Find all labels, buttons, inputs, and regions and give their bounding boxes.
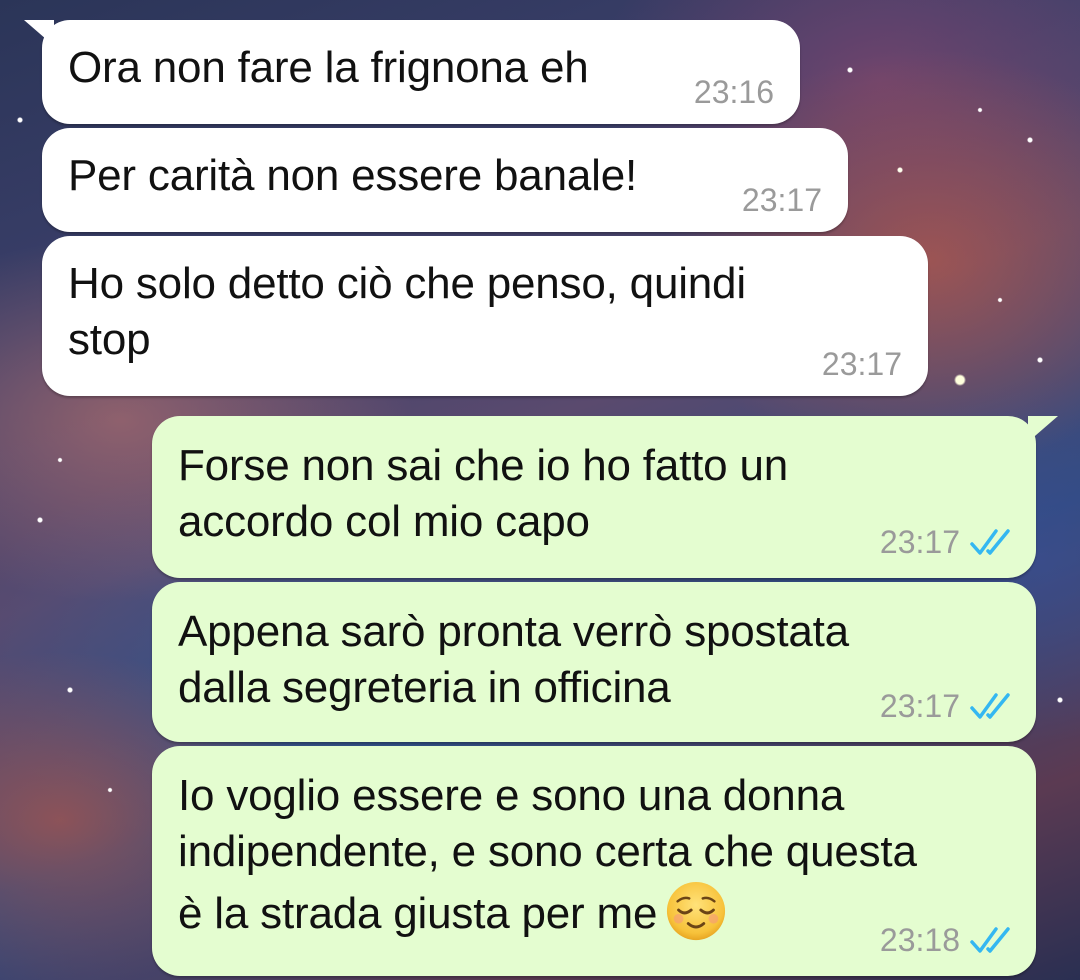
message-line: Appena sarò pronta verrò spostata: [178, 607, 849, 656]
incoming-message[interactable]: Ho solo detto ciò che penso, quindi stop…: [42, 236, 928, 396]
double-check-read-icon: [970, 927, 1010, 953]
message-line: stop: [68, 315, 151, 364]
message-meta: 23:16: [694, 74, 774, 110]
message-time: 23:18: [879, 922, 960, 958]
message-meta: 23:18: [880, 922, 1014, 958]
message-line: indipendente, e sono certa che questa: [178, 827, 917, 876]
message-line: Ora non fare la frignona eh: [68, 43, 589, 92]
incoming-message[interactable]: Ora non fare la frignona eh 23:16: [24, 20, 800, 124]
double-check-read-icon: [970, 693, 1010, 719]
message-text: Appena sarò pronta verrò spostata dalla …: [178, 604, 849, 716]
message-meta: 23:17: [742, 182, 822, 218]
message-time: 23:17: [879, 524, 960, 560]
outgoing-message[interactable]: Io voglio essere e sono una donna indipe…: [152, 746, 1036, 976]
message-line: Ho solo detto ciò che penso, quindi: [68, 259, 746, 308]
message-line: Forse non sai che io ho fatto un: [178, 441, 788, 490]
bubble-tail: [24, 20, 54, 46]
message-line: è la strada giusta per me: [178, 889, 658, 938]
message-line: dalla segreteria in officina: [178, 663, 671, 712]
message-time: 23:17: [821, 346, 902, 382]
message-text: Ho solo detto ciò che penso, quindi stop: [68, 256, 746, 368]
chat-message-list[interactable]: Ora non fare la frignona eh 23:16 Per ca…: [0, 0, 1080, 980]
outgoing-message[interactable]: Appena sarò pronta verrò spostata dalla …: [152, 582, 1036, 742]
message-text: Ora non fare la frignona eh: [68, 40, 589, 96]
message-text: Forse non sai che io ho fatto un accordo…: [178, 438, 788, 550]
message-meta: 23:17: [822, 346, 902, 382]
relieved-face-emoji: [667, 881, 726, 941]
message-time: 23:16: [693, 74, 774, 110]
message-text: Per carità non essere banale!: [68, 148, 637, 204]
double-check-read-icon: [970, 529, 1010, 555]
message-meta: 23:17: [880, 524, 1014, 560]
bubble-tail: [1028, 416, 1058, 442]
message-line: Io voglio essere e sono una donna: [178, 771, 845, 820]
incoming-message[interactable]: Per carità non essere banale! 23:17: [42, 128, 848, 232]
message-time: 23:17: [741, 182, 822, 218]
message-line: accordo col mio capo: [178, 497, 590, 546]
outgoing-message[interactable]: Forse non sai che io ho fatto un accordo…: [152, 416, 1058, 578]
message-meta: 23:17: [880, 688, 1014, 724]
message-text: Io voglio essere e sono una donna indipe…: [178, 768, 917, 942]
message-line: Per carità non essere banale!: [68, 151, 637, 200]
message-time: 23:17: [879, 688, 960, 724]
